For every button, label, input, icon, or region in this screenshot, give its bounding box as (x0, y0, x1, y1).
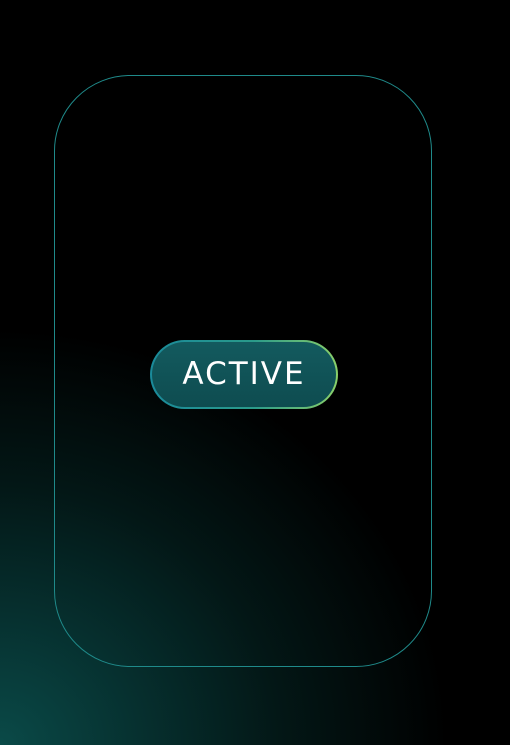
active-status-button-fill: ACTIVE (152, 342, 336, 407)
active-status-button[interactable]: ACTIVE (150, 340, 338, 409)
active-status-label: ACTIVE (182, 356, 306, 392)
